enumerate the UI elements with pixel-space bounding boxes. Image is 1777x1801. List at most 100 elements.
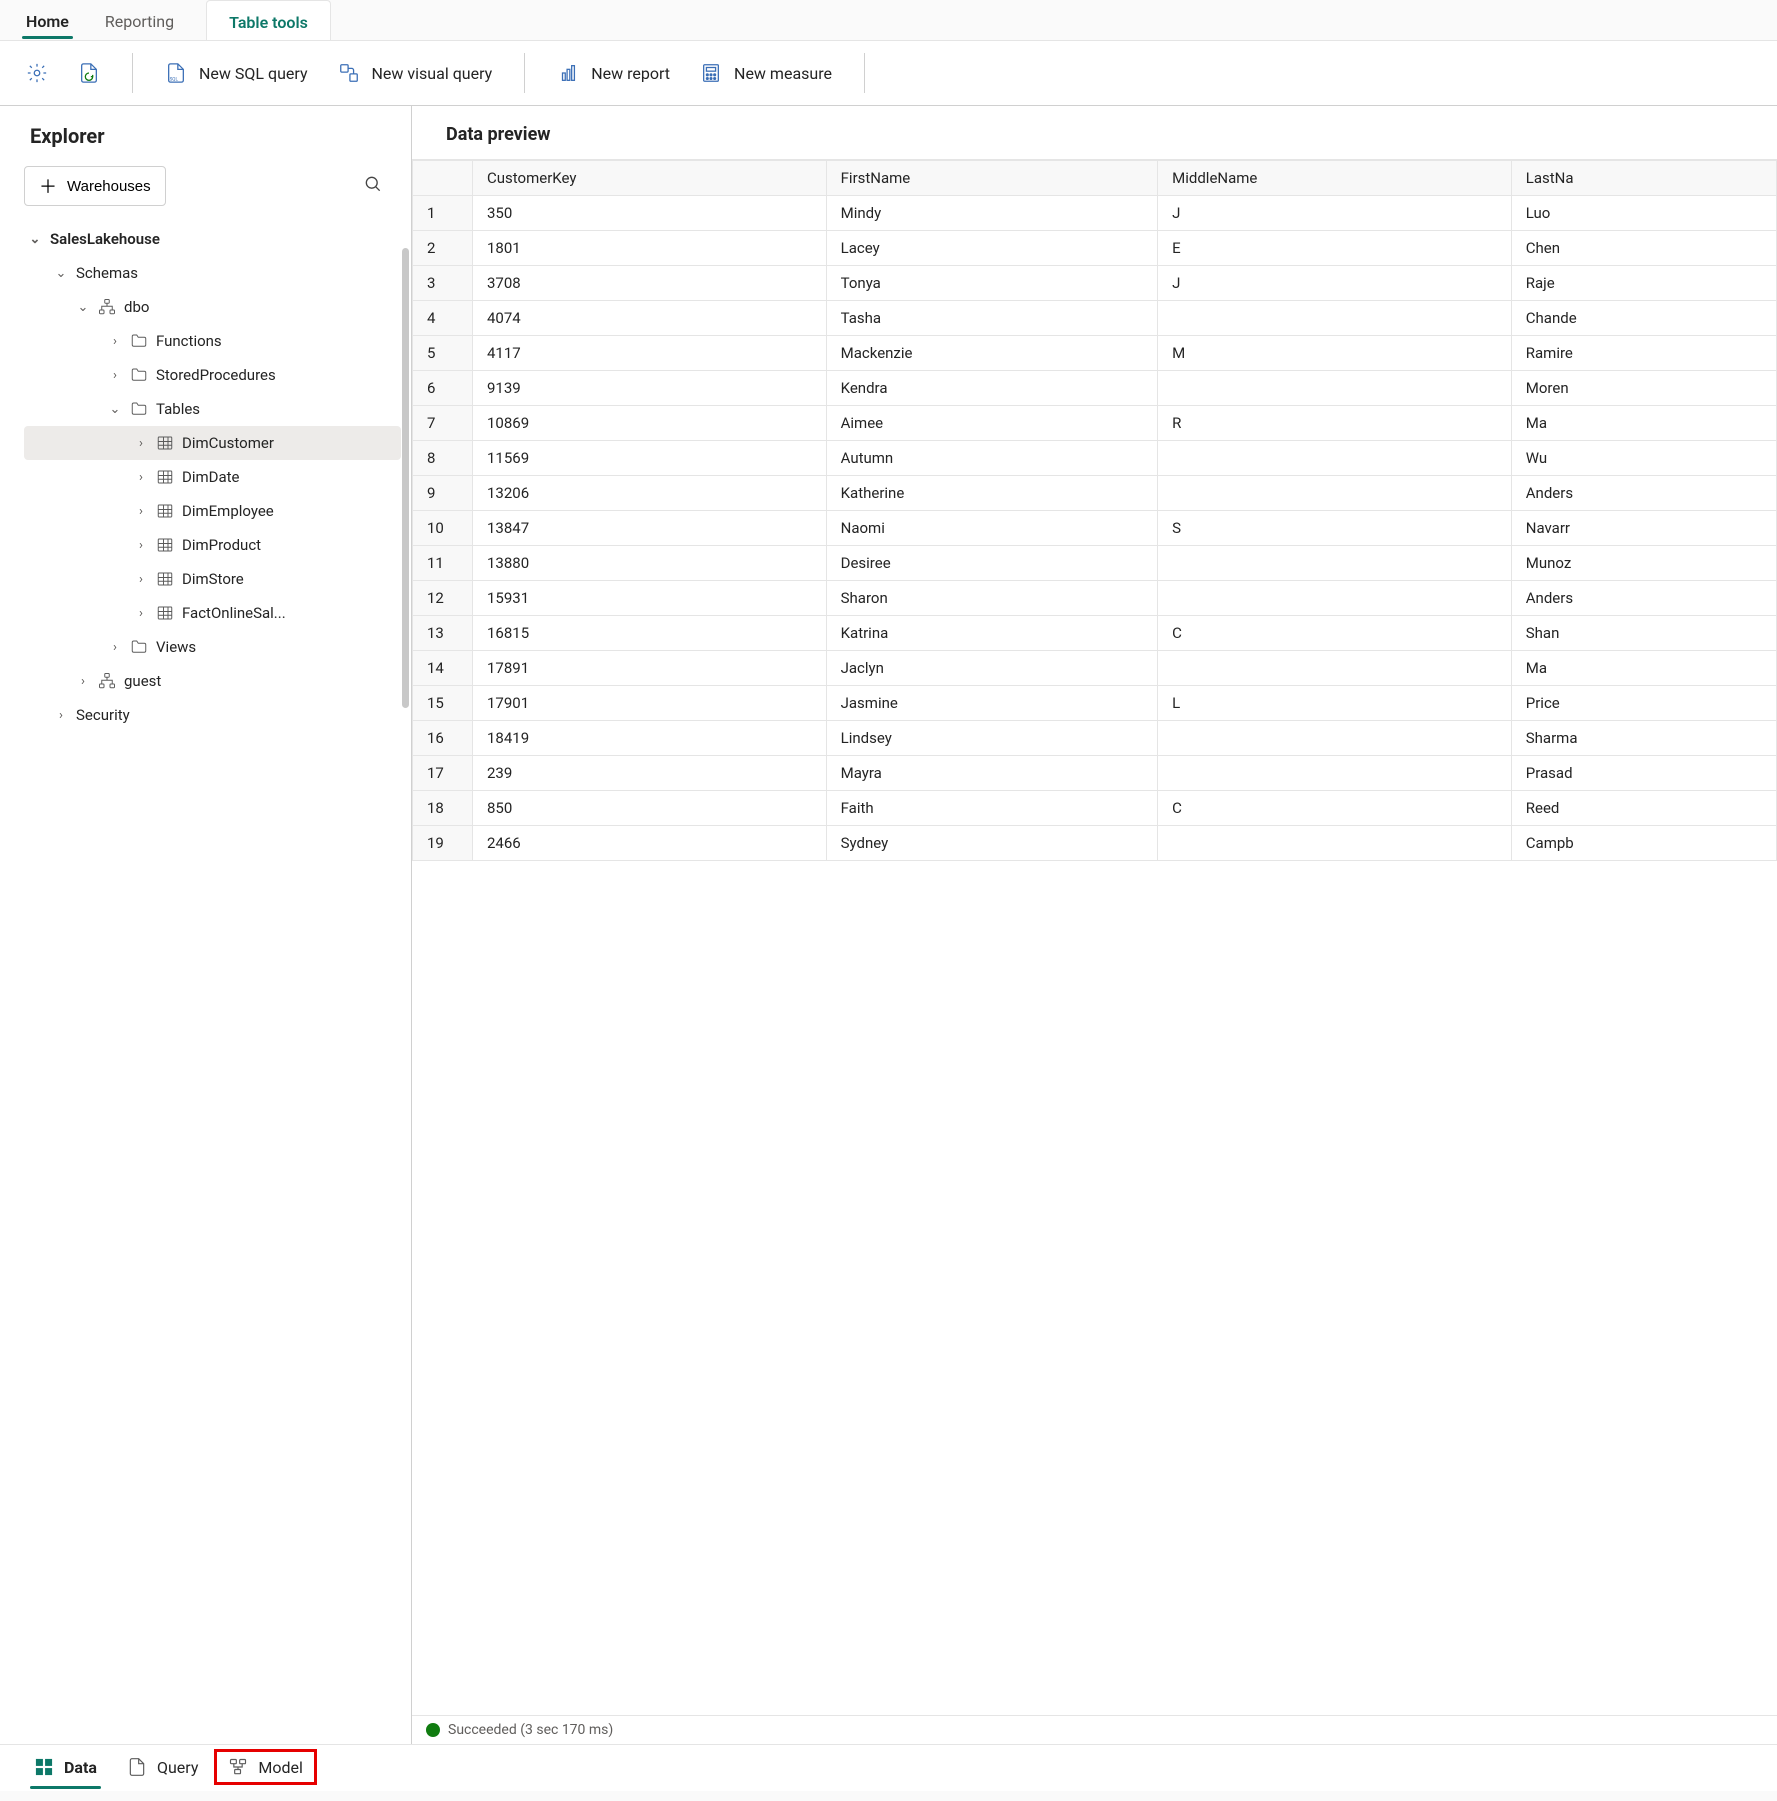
cell[interactable]: Katherine: [826, 476, 1158, 511]
cell[interactable]: Mackenzie: [826, 336, 1158, 371]
tree-node-security[interactable]: › Security: [24, 698, 401, 732]
cell[interactable]: 4117: [473, 336, 827, 371]
cell[interactable]: Raje: [1511, 266, 1776, 301]
column-header[interactable]: CustomerKey: [473, 161, 827, 196]
cell[interactable]: 850: [473, 791, 827, 826]
table-row[interactable]: 913206KatherineAnders: [413, 476, 1777, 511]
tree-table-item[interactable]: ›DimCustomer: [24, 426, 401, 460]
table-row[interactable]: 710869AimeeRMa: [413, 406, 1777, 441]
bottom-tab-data[interactable]: Data: [22, 1751, 109, 1783]
ribbon-tab-reporting[interactable]: Reporting: [101, 0, 178, 39]
tree-node-functions[interactable]: › Functions: [24, 324, 401, 358]
data-grid-wrapper[interactable]: CustomerKeyFirstNameMiddleNameLastNa 135…: [412, 159, 1777, 1715]
bottom-tab-model[interactable]: Model: [216, 1751, 315, 1783]
cell[interactable]: Ramire: [1511, 336, 1776, 371]
cell[interactable]: 4074: [473, 301, 827, 336]
cell[interactable]: 17891: [473, 651, 827, 686]
cell[interactable]: Wu: [1511, 441, 1776, 476]
cell[interactable]: 15931: [473, 581, 827, 616]
refresh-button[interactable]: [76, 58, 102, 88]
cell[interactable]: 13206: [473, 476, 827, 511]
search-button[interactable]: [363, 174, 383, 198]
cell[interactable]: C: [1158, 791, 1512, 826]
cell[interactable]: Moren: [1511, 371, 1776, 406]
cell[interactable]: S: [1158, 511, 1512, 546]
table-row[interactable]: 811569AutumnWu: [413, 441, 1777, 476]
column-header[interactable]: LastNa: [1511, 161, 1776, 196]
cell[interactable]: [1158, 721, 1512, 756]
cell[interactable]: 9139: [473, 371, 827, 406]
table-row[interactable]: 1517901JasmineLPrice: [413, 686, 1777, 721]
cell[interactable]: Anders: [1511, 476, 1776, 511]
cell[interactable]: Jaclyn: [826, 651, 1158, 686]
add-warehouse-button[interactable]: ＋ Warehouses: [24, 166, 166, 206]
cell[interactable]: M: [1158, 336, 1512, 371]
cell[interactable]: 17901: [473, 686, 827, 721]
ribbon-tab-table-tools[interactable]: Table tools: [206, 0, 331, 40]
cell[interactable]: 239: [473, 756, 827, 791]
tree-table-item[interactable]: ›FactOnlineSal...: [24, 596, 401, 630]
cell[interactable]: Price: [1511, 686, 1776, 721]
cell[interactable]: Sharma: [1511, 721, 1776, 756]
cell[interactable]: Lindsey: [826, 721, 1158, 756]
cell[interactable]: 18419: [473, 721, 827, 756]
cell[interactable]: [1158, 441, 1512, 476]
table-row[interactable]: 54117MackenzieMRamire: [413, 336, 1777, 371]
cell[interactable]: Chande: [1511, 301, 1776, 336]
tree-node-storedprocedures[interactable]: › StoredProcedures: [24, 358, 401, 392]
cell[interactable]: Autumn: [826, 441, 1158, 476]
cell[interactable]: Lacey: [826, 231, 1158, 266]
cell[interactable]: [1158, 371, 1512, 406]
cell[interactable]: 2466: [473, 826, 827, 861]
cell[interactable]: R: [1158, 406, 1512, 441]
bottom-tab-query[interactable]: Query: [115, 1751, 210, 1783]
cell[interactable]: Navarr: [1511, 511, 1776, 546]
table-row[interactable]: 192466SydneyCampb: [413, 826, 1777, 861]
cell[interactable]: Ma: [1511, 406, 1776, 441]
table-row[interactable]: 1618419LindseySharma: [413, 721, 1777, 756]
cell[interactable]: Tasha: [826, 301, 1158, 336]
cell[interactable]: 13847: [473, 511, 827, 546]
table-row[interactable]: 1316815KatrinaCShan: [413, 616, 1777, 651]
cell[interactable]: C: [1158, 616, 1512, 651]
new-report-button[interactable]: New report: [555, 58, 672, 88]
table-row[interactable]: 1113880DesireeMunoz: [413, 546, 1777, 581]
cell[interactable]: [1158, 301, 1512, 336]
table-row[interactable]: 1350MindyJLuo: [413, 196, 1777, 231]
cell[interactable]: [1158, 826, 1512, 861]
cell[interactable]: Munoz: [1511, 546, 1776, 581]
cell[interactable]: L: [1158, 686, 1512, 721]
cell[interactable]: [1158, 476, 1512, 511]
cell[interactable]: Mindy: [826, 196, 1158, 231]
cell[interactable]: 16815: [473, 616, 827, 651]
tree-root-saleslakehouse[interactable]: ⌄ SalesLakehouse: [24, 222, 401, 256]
new-visual-query-button[interactable]: New visual query: [336, 58, 495, 88]
table-row[interactable]: 69139KendraMoren: [413, 371, 1777, 406]
ribbon-tab-home[interactable]: Home: [22, 0, 73, 39]
new-measure-button[interactable]: New measure: [698, 58, 834, 88]
cell[interactable]: E: [1158, 231, 1512, 266]
cell[interactable]: Sydney: [826, 826, 1158, 861]
cell[interactable]: [1158, 581, 1512, 616]
cell[interactable]: [1158, 546, 1512, 581]
cell[interactable]: Jasmine: [826, 686, 1158, 721]
settings-button[interactable]: [24, 58, 50, 88]
tree-node-schemas[interactable]: ⌄ Schemas: [24, 256, 401, 290]
cell[interactable]: Reed: [1511, 791, 1776, 826]
tree-table-item[interactable]: ›DimStore: [24, 562, 401, 596]
column-header[interactable]: MiddleName: [1158, 161, 1512, 196]
cell[interactable]: Tonya: [826, 266, 1158, 301]
table-row[interactable]: 1215931SharonAnders: [413, 581, 1777, 616]
tree-table-item[interactable]: ›DimProduct: [24, 528, 401, 562]
cell[interactable]: 11569: [473, 441, 827, 476]
table-row[interactable]: 33708TonyaJRaje: [413, 266, 1777, 301]
new-sql-query-button[interactable]: SQL New SQL query: [163, 58, 310, 88]
cell[interactable]: Shan: [1511, 616, 1776, 651]
cell[interactable]: Ma: [1511, 651, 1776, 686]
cell[interactable]: Luo: [1511, 196, 1776, 231]
table-row[interactable]: 1417891JaclynMa: [413, 651, 1777, 686]
cell[interactable]: J: [1158, 266, 1512, 301]
tree-node-tables[interactable]: ⌄ Tables: [24, 392, 401, 426]
cell[interactable]: Anders: [1511, 581, 1776, 616]
cell[interactable]: Desiree: [826, 546, 1158, 581]
